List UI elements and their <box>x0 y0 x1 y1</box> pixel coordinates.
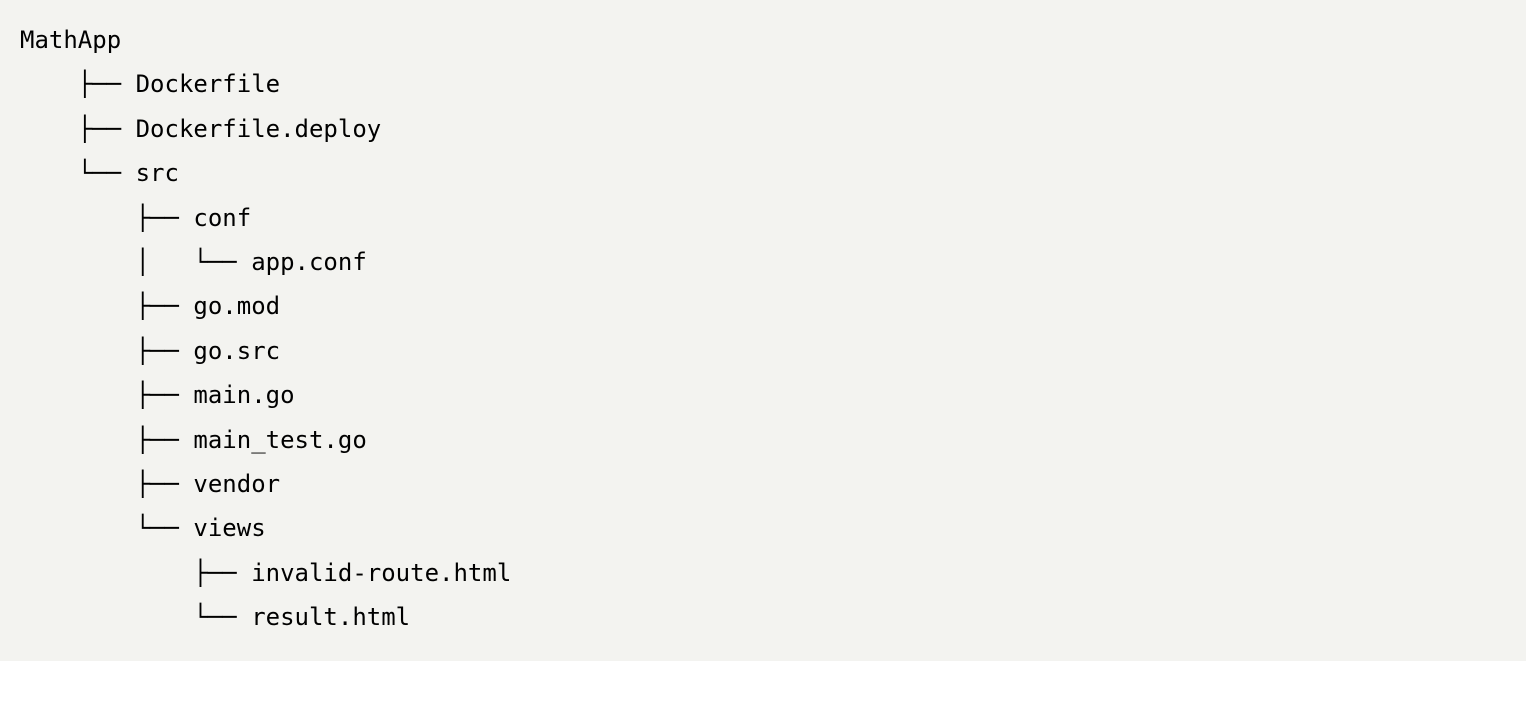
tree-line: ├── main_test.go <box>20 418 1506 462</box>
tree-line: ├── Dockerfile.deploy <box>20 107 1506 151</box>
tree-line: ├── main.go <box>20 373 1506 417</box>
tree-line: ├── go.mod <box>20 284 1506 328</box>
tree-line: ├── invalid-route.html <box>20 551 1506 595</box>
tree-line: MathApp <box>20 18 1506 62</box>
tree-line: ├── go.src <box>20 329 1506 373</box>
tree-line: └── views <box>20 506 1506 550</box>
directory-tree: MathApp ├── Dockerfile ├── Dockerfile.de… <box>0 0 1526 661</box>
tree-line: ├── conf <box>20 196 1506 240</box>
tree-line: └── src <box>20 151 1506 195</box>
tree-line: ├── vendor <box>20 462 1506 506</box>
tree-line: ├── Dockerfile <box>20 62 1506 106</box>
tree-line: └── result.html <box>20 595 1506 639</box>
tree-line: │ └── app.conf <box>20 240 1506 284</box>
